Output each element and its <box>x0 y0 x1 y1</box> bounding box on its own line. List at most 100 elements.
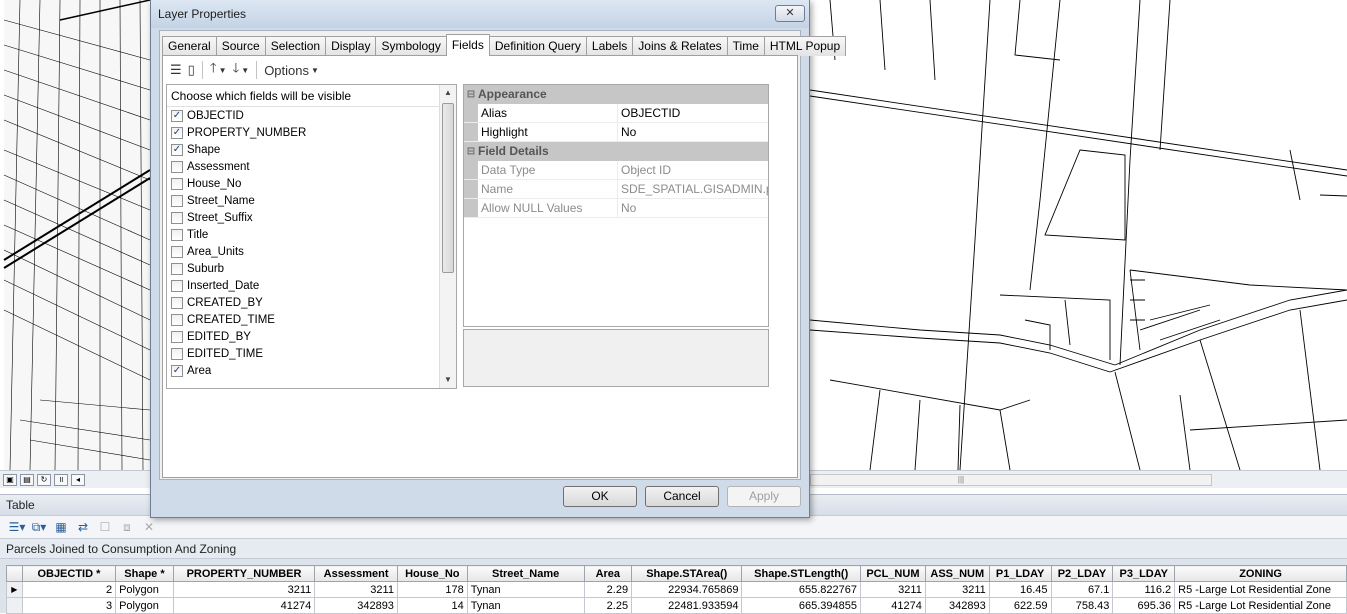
select-by-attributes-icon[interactable]: ▦ <box>52 519 70 535</box>
field-row[interactable]: ✓ Area <box>167 362 456 379</box>
field-checkbox[interactable] <box>171 313 183 326</box>
alias-value[interactable]: OBJECTID <box>618 104 768 122</box>
column-header[interactable]: P2_LDAY <box>1050 565 1114 582</box>
table-cell[interactable]: 3211 <box>859 581 926 598</box>
table-cell[interactable]: 16.45 <box>988 581 1052 598</box>
field-checkbox[interactable] <box>171 160 183 173</box>
field-visibility-list[interactable]: Choose which fields will be visible ✓ OBJ… <box>166 84 457 389</box>
table-cell[interactable]: Polygon <box>115 597 174 614</box>
table-cell[interactable]: 67.1 <box>1050 581 1114 598</box>
grouped-view-icon[interactable]: ▯ <box>185 60 198 80</box>
ok-button[interactable]: OK <box>563 486 637 507</box>
tab-labels[interactable]: Labels <box>585 36 634 56</box>
field-checkbox[interactable]: ✓ <box>171 143 183 156</box>
column-header[interactable]: P3_LDAY <box>1112 565 1176 582</box>
table-cell[interactable]: 41274 <box>172 597 316 614</box>
table-cell[interactable]: 41274 <box>859 597 926 614</box>
field-checkbox[interactable] <box>171 330 183 343</box>
field-row[interactable]: CREATED_TIME <box>167 311 456 328</box>
table-layer-tab[interactable]: Parcels Joined to Consumption And Zoning <box>0 539 1347 559</box>
row-selector[interactable] <box>6 597 23 614</box>
field-checkbox[interactable] <box>171 296 183 309</box>
related-tables-icon[interactable]: ⧉▾ <box>30 519 48 535</box>
table-cell[interactable]: 3211 <box>314 581 398 598</box>
table-cell[interactable]: 22934.765869 <box>631 581 743 598</box>
table-row[interactable]: ▶ 2 Polygon 3211 3211 178 Tynan 2.29 229… <box>6 581 1347 598</box>
switch-selection-icon[interactable]: ⇄ <box>74 519 92 535</box>
tab-display[interactable]: Display <box>325 36 377 56</box>
column-header[interactable]: ZONING <box>1174 565 1347 582</box>
options-dropdown[interactable]: Options ▼ <box>261 60 322 80</box>
field-checkbox[interactable]: ✓ <box>171 109 183 122</box>
attribute-table[interactable]: OBJECTID * Shape * PROPERTY_NUMBER Asses… <box>6 565 1347 614</box>
table-cell[interactable]: R5 -Large Lot Residential Zone <box>1174 597 1347 614</box>
table-cell[interactable]: Tynan <box>466 581 585 598</box>
cancel-button[interactable]: Cancel <box>645 486 719 507</box>
column-header[interactable]: PCL_NUM <box>859 565 926 582</box>
field-checkbox[interactable] <box>171 279 183 292</box>
tab-definition-query[interactable]: Definition Query <box>488 36 587 56</box>
table-cell[interactable]: 14 <box>396 597 468 614</box>
column-header[interactable]: Shape.STLength() <box>741 565 861 582</box>
table-cell[interactable]: 758.43 <box>1050 597 1114 614</box>
field-row[interactable]: ✓ OBJECTID <box>167 107 456 124</box>
table-row[interactable]: 3 Polygon 41274 342893 14 Tynan 2.25 224… <box>6 597 1347 614</box>
dialog-titlebar[interactable]: Layer Properties <box>151 0 809 28</box>
field-row[interactable]: Area_Units <box>167 243 456 260</box>
column-header[interactable]: P1_LDAY <box>988 565 1052 582</box>
table-cell[interactable]: 665.394855 <box>741 597 861 614</box>
chevron-down-icon[interactable]: ▼ <box>241 66 249 75</box>
chevron-down-icon[interactable]: ▼ <box>219 66 227 75</box>
close-icon[interactable]: ✕ <box>775 5 805 22</box>
tab-time[interactable]: Time <box>726 36 765 56</box>
field-details-category[interactable]: ⊟ Field Details <box>464 142 768 161</box>
layout-view-icon[interactable]: ▣ <box>3 473 17 486</box>
column-header[interactable]: OBJECTID * <box>21 565 117 582</box>
move-up-icon[interactable]: 🡑 ▼ <box>207 60 230 80</box>
field-checkbox[interactable] <box>171 245 183 258</box>
column-header[interactable]: Shape * <box>115 565 174 582</box>
table-cell[interactable]: 2 <box>21 581 117 598</box>
tab-source[interactable]: Source <box>215 36 266 56</box>
table-cell[interactable]: Polygon <box>115 581 174 598</box>
field-row[interactable]: Inserted_Date <box>167 277 456 294</box>
data-view-icon[interactable]: ▤ <box>20 473 34 486</box>
tab-general[interactable]: General <box>162 36 217 56</box>
column-header[interactable]: Area <box>583 565 633 582</box>
field-row[interactable]: Suburb <box>167 260 456 277</box>
table-cell[interactable]: 655.822767 <box>741 581 861 598</box>
apply-button[interactable]: Apply <box>727 486 801 507</box>
field-checkbox[interactable]: ✓ <box>171 364 183 377</box>
table-cell[interactable]: 3 <box>21 597 117 614</box>
column-header[interactable]: PROPERTY_NUMBER <box>172 565 316 582</box>
map-horizontal-scrollbar[interactable]: ||| <box>810 474 1212 486</box>
field-checkbox[interactable] <box>171 228 183 241</box>
scroll-grip-icon[interactable]: ||| <box>951 476 971 484</box>
scroll-down-icon[interactable]: ▼ <box>440 372 456 388</box>
field-checkbox[interactable] <box>171 262 183 275</box>
field-row[interactable]: EDITED_BY <box>167 328 456 345</box>
refresh-icon[interactable]: ↻ <box>37 473 51 486</box>
tab-html-popup[interactable]: HTML Popup <box>763 36 847 56</box>
table-cell[interactable]: 342893 <box>924 597 990 614</box>
table-cell[interactable]: 2.25 <box>583 597 633 614</box>
field-checkbox[interactable] <box>171 347 183 360</box>
highlight-value[interactable]: No <box>618 123 768 141</box>
scroll-thumb[interactable] <box>442 103 454 273</box>
field-row[interactable]: Street_Name <box>167 192 456 209</box>
tab-fields[interactable]: Fields <box>445 34 490 56</box>
column-header[interactable]: ASS_NUM <box>924 565 990 582</box>
field-row[interactable]: EDITED_TIME <box>167 345 456 362</box>
table-options-icon[interactable]: ☰▾ <box>8 519 26 535</box>
table-cell[interactable]: 3211 <box>172 581 316 598</box>
table-cell[interactable]: 342893 <box>314 597 398 614</box>
table-cell[interactable]: R5 -Large Lot Residential Zone <box>1174 581 1347 598</box>
pause-icon[interactable]: ॥ <box>54 473 68 486</box>
field-checkbox[interactable] <box>171 211 183 224</box>
field-row[interactable]: Title <box>167 226 456 243</box>
table-cell[interactable]: 695.36 <box>1112 597 1176 614</box>
clear-selection-icon[interactable]: ☐ <box>96 519 114 535</box>
tab-symbology[interactable]: Symbology <box>375 36 447 56</box>
table-cell[interactable]: 22481.933594 <box>631 597 743 614</box>
field-row[interactable]: ✓ PROPERTY_NUMBER <box>167 124 456 141</box>
